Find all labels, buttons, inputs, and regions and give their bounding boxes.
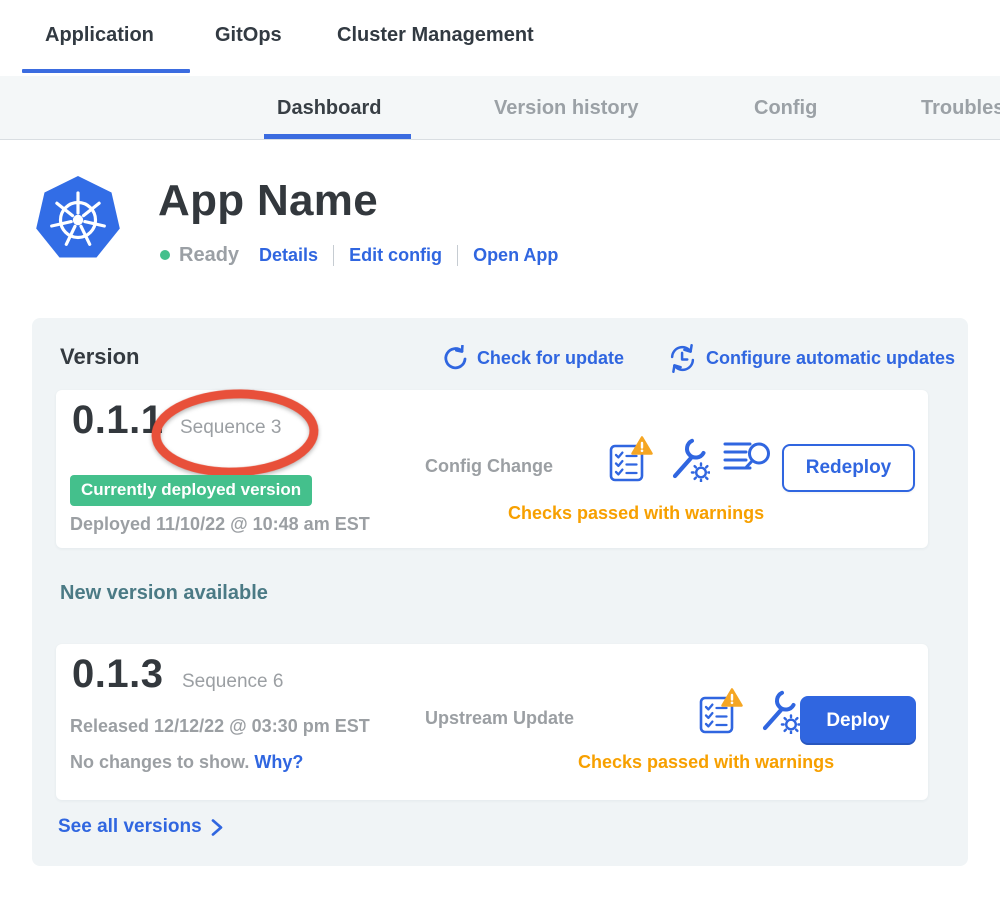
see-all-versions-link[interactable]: See all versions	[58, 816, 224, 838]
sub-nav: Dashboard Version history Config Trouble…	[0, 76, 1000, 140]
divider	[457, 245, 458, 266]
top-nav: Application GitOps Cluster Management	[0, 0, 1000, 76]
see-all-versions-label: See all versions	[58, 816, 202, 838]
configure-automatic-updates-link[interactable]: Configure automatic updates	[668, 344, 955, 373]
active-tab-underline	[22, 69, 190, 73]
why-link[interactable]: Why?	[254, 752, 303, 772]
edit-config-link[interactable]: Edit config	[349, 245, 442, 266]
deploy-button[interactable]: Deploy	[800, 696, 916, 745]
currently-deployed-badge: Currently deployed version	[70, 475, 312, 506]
version-source-label: Config Change	[425, 456, 553, 477]
tab-config[interactable]: Config	[754, 97, 817, 120]
view-files-list-search-icon[interactable]	[723, 436, 771, 476]
new-version-card: 0.1.3 Sequence 6 Released 12/12/22 @ 03:…	[56, 644, 928, 800]
open-app-link[interactable]: Open App	[473, 245, 558, 266]
details-link[interactable]: Details	[259, 245, 318, 266]
active-subtab-underline	[264, 134, 411, 139]
new-version-sequence: Sequence 6	[182, 671, 283, 693]
current-version-sequence: Sequence 3	[180, 417, 281, 439]
preflight-checklist-warning-icon[interactable]	[608, 436, 653, 483]
checks-status-warning: Checks passed with warnings	[578, 752, 834, 773]
tab-application[interactable]: Application	[45, 24, 154, 47]
page-title: App Name	[158, 176, 378, 226]
preflight-checklist-warning-icon[interactable]	[698, 688, 743, 735]
check-for-update-link[interactable]: Check for update	[441, 345, 624, 372]
tab-cluster-management[interactable]: Cluster Management	[337, 24, 534, 47]
tab-version-history[interactable]: Version history	[494, 97, 639, 120]
version-source-label: Upstream Update	[425, 708, 574, 729]
app-status-row: Ready Details Edit config Open App	[160, 242, 558, 268]
config-wrench-gear-icon[interactable]	[756, 688, 800, 734]
kubernetes-logo-icon	[34, 174, 122, 264]
no-changes-line: No changes to show. Why?	[70, 752, 303, 773]
chevron-right-icon	[210, 818, 224, 837]
divider	[333, 245, 334, 266]
auto-update-clock-icon	[668, 344, 697, 373]
version-panel-title: Version	[60, 344, 139, 370]
current-version-card: 0.1.1 Sequence 3 Currently deployed vers…	[56, 390, 928, 548]
new-version-number: 0.1.3	[72, 652, 163, 697]
current-version-number: 0.1.1	[72, 398, 163, 443]
tab-troubleshoot[interactable]: Troubleshoot	[921, 97, 1000, 120]
current-version-check-icons	[608, 436, 784, 483]
deployed-timestamp: Deployed 11/10/22 @ 10:48 am EST	[70, 514, 370, 535]
released-timestamp: Released 12/12/22 @ 03:30 pm EST	[70, 716, 370, 737]
configure-automatic-updates-label: Configure automatic updates	[706, 348, 955, 369]
new-version-available-heading: New version available	[60, 582, 268, 605]
version-panel-actions: Check for update Configure automatic upd…	[441, 344, 955, 373]
redeploy-button[interactable]: Redeploy	[782, 444, 915, 492]
ready-status-dot	[160, 250, 170, 260]
config-wrench-gear-icon[interactable]	[666, 436, 710, 482]
refresh-icon	[441, 345, 468, 372]
app-dashboard-screen: Application GitOps Cluster Management Da…	[0, 0, 1000, 898]
status-badge: Ready	[179, 244, 239, 267]
check-for-update-label: Check for update	[477, 348, 624, 369]
tab-dashboard[interactable]: Dashboard	[277, 97, 381, 120]
checks-status-warning: Checks passed with warnings	[508, 503, 764, 524]
version-panel: Version Check for update	[32, 318, 968, 866]
tab-gitops[interactable]: GitOps	[215, 24, 282, 47]
new-version-check-icons	[698, 688, 813, 735]
no-changes-text: No changes to show.	[70, 752, 249, 772]
